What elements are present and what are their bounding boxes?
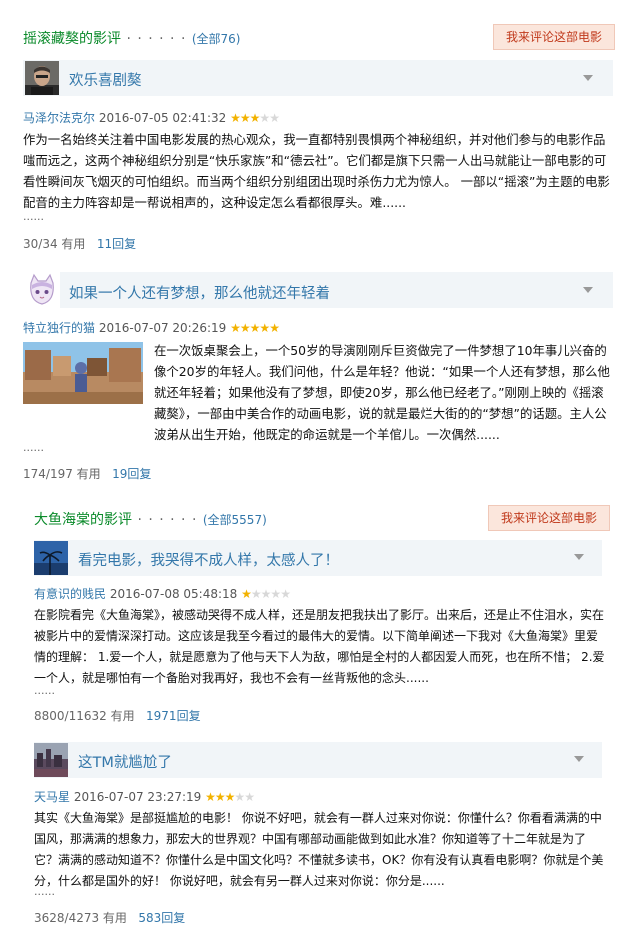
section-header-big-fish: 大鱼海棠的影评 · · · · · · (全部5557) 我来评论这部电影	[0, 503, 628, 533]
review-more-ellipsis[interactable]: ......	[34, 684, 55, 697]
star-icon: ★	[214, 790, 226, 804]
section-dots: · · · · · ·	[121, 31, 192, 47]
star-icon: ★	[230, 321, 241, 335]
useful-count[interactable]: 174/197 有用	[23, 467, 101, 481]
star-icon: ★	[249, 321, 261, 335]
collapse-arrow-icon[interactable]	[574, 554, 584, 560]
section-header-rock-dog: 摇滚藏獒的影评 · · · · · · (全部76) 我来评论这部电影	[0, 22, 628, 52]
section-title: 摇滚藏獒的影评 · · · · · · (全部76)	[23, 28, 241, 48]
star-icon: ★	[260, 587, 272, 601]
section-title: 大鱼海棠的影评 · · · · · · (全部5557)	[34, 509, 267, 529]
review-thumbnail-image[interactable]	[23, 342, 143, 404]
review-title-link[interactable]: 欢乐喜剧獒	[69, 69, 142, 90]
collapse-arrow-icon[interactable]	[574, 756, 584, 762]
useful-count[interactable]: 3628/4273 有用	[34, 911, 127, 925]
replies-link[interactable]: 583回复	[138, 911, 185, 925]
review-author-link[interactable]: 天马星	[34, 790, 70, 804]
star-rating: ★★★★★	[241, 587, 291, 601]
review-excerpt: 在影院看完《大鱼海棠》，被感动哭得不成人样，还是朋友把我扶出了影厅。出来后，还是…	[34, 608, 605, 685]
review-footer: 3628/4273 有用 583回复	[34, 909, 185, 926]
review-meta: 有意识的贱民 2016-07-08 05:48:18 ★★★★★	[34, 585, 291, 602]
review-footer: 30/34 有用 11回复	[23, 235, 136, 252]
avatar-cat-girl-icon[interactable]	[25, 273, 59, 307]
useful-count[interactable]: 30/34 有用	[23, 237, 85, 251]
star-rating: ★★★★★	[230, 321, 280, 335]
review-title-link[interactable]: 看完电影，我哭得不成人样，太感人了！	[78, 549, 339, 570]
review-more-ellipsis[interactable]: ......	[23, 210, 44, 223]
review-date: 2016-07-07 20:26:19	[98, 321, 227, 335]
star-rating: ★★★★★	[205, 790, 255, 804]
review-excerpt: 其实《大鱼海棠》是部挺尴尬的电影！ 你说不好吧，就会有一群人过来对你说：你懂什么…	[34, 811, 604, 888]
avatar-city-icon[interactable]	[34, 743, 68, 777]
section-title-text[interactable]: 大鱼海棠的影评	[34, 512, 132, 528]
collapse-arrow-icon[interactable]	[583, 75, 593, 81]
star-icon: ★	[269, 111, 280, 125]
review-more-ellipsis[interactable]: ......	[23, 441, 44, 454]
section-title-text[interactable]: 摇滚藏獒的影评	[23, 31, 121, 47]
review-date: 2016-07-05 02:41:32	[98, 111, 227, 125]
star-icon: ★	[259, 321, 270, 335]
review-meta: 特立独行的猫 2016-07-07 20:26:19 ★★★★★	[23, 319, 280, 336]
review-footer: 8800/11632 有用 1971回复	[34, 707, 201, 724]
review-count-link[interactable]: (全部5557)	[203, 513, 267, 527]
review-meta: 马泽尔法克尔 2016-07-05 02:41:32 ★★★★★	[23, 109, 280, 126]
replies-link[interactable]: 1971回复	[146, 709, 201, 723]
star-icon: ★	[230, 111, 241, 125]
review-date: 2016-07-07 23:27:19	[73, 790, 202, 804]
section-dots: · · · · · ·	[132, 512, 203, 528]
star-rating: ★★★★★	[230, 111, 280, 125]
review-excerpt: 作为一名始终关注着中国电影发展的热心观众，我一直都特别畏惧两个神秘组织，并对他们…	[23, 132, 610, 210]
review-author-link[interactable]: 有意识的贱民	[34, 587, 106, 601]
replies-link[interactable]: 11回复	[97, 237, 136, 251]
star-icon: ★	[234, 790, 245, 804]
avatar-sky-icon[interactable]	[34, 541, 68, 575]
review-date: 2016-07-08 05:48:18	[109, 587, 238, 601]
review-count-link[interactable]: (全部76)	[192, 32, 241, 46]
replies-link[interactable]: 19回复	[112, 467, 151, 481]
star-icon: ★	[259, 111, 270, 125]
star-icon: ★	[241, 587, 252, 601]
collapse-arrow-icon[interactable]	[583, 287, 593, 293]
review-title-link[interactable]: 这TM就尴尬了	[78, 751, 172, 772]
star-icon: ★	[249, 111, 261, 125]
star-icon: ★	[244, 790, 255, 804]
review-excerpt: 在一次饭桌聚会上，一个50岁的导演刚刚斥巨资做完了一件梦想了10年事儿兴奋的像个…	[154, 343, 610, 442]
star-icon: ★	[224, 790, 236, 804]
useful-count[interactable]: 8800/11632 有用	[34, 709, 135, 723]
review-footer: 174/197 有用 19回复	[23, 465, 151, 482]
star-icon: ★	[250, 587, 262, 601]
star-icon: ★	[205, 790, 216, 804]
review-meta: 天马星 2016-07-07 23:27:19 ★★★★★	[34, 788, 255, 805]
write-review-button[interactable]: 我来评论这部电影	[493, 24, 616, 50]
star-icon: ★	[270, 587, 281, 601]
review-author-link[interactable]: 特立独行的猫	[23, 321, 95, 335]
star-icon: ★	[239, 321, 251, 335]
star-icon: ★	[269, 321, 280, 335]
star-icon: ★	[280, 587, 291, 601]
review-title-link[interactable]: 如果一个人还有梦想，那么他就还年轻着	[69, 282, 330, 303]
review-more-ellipsis[interactable]: ......	[34, 885, 55, 898]
star-icon: ★	[239, 111, 251, 125]
avatar-man-icon[interactable]	[25, 61, 59, 95]
write-review-button[interactable]: 我来评论这部电影	[488, 505, 611, 531]
review-author-link[interactable]: 马泽尔法克尔	[23, 111, 95, 125]
